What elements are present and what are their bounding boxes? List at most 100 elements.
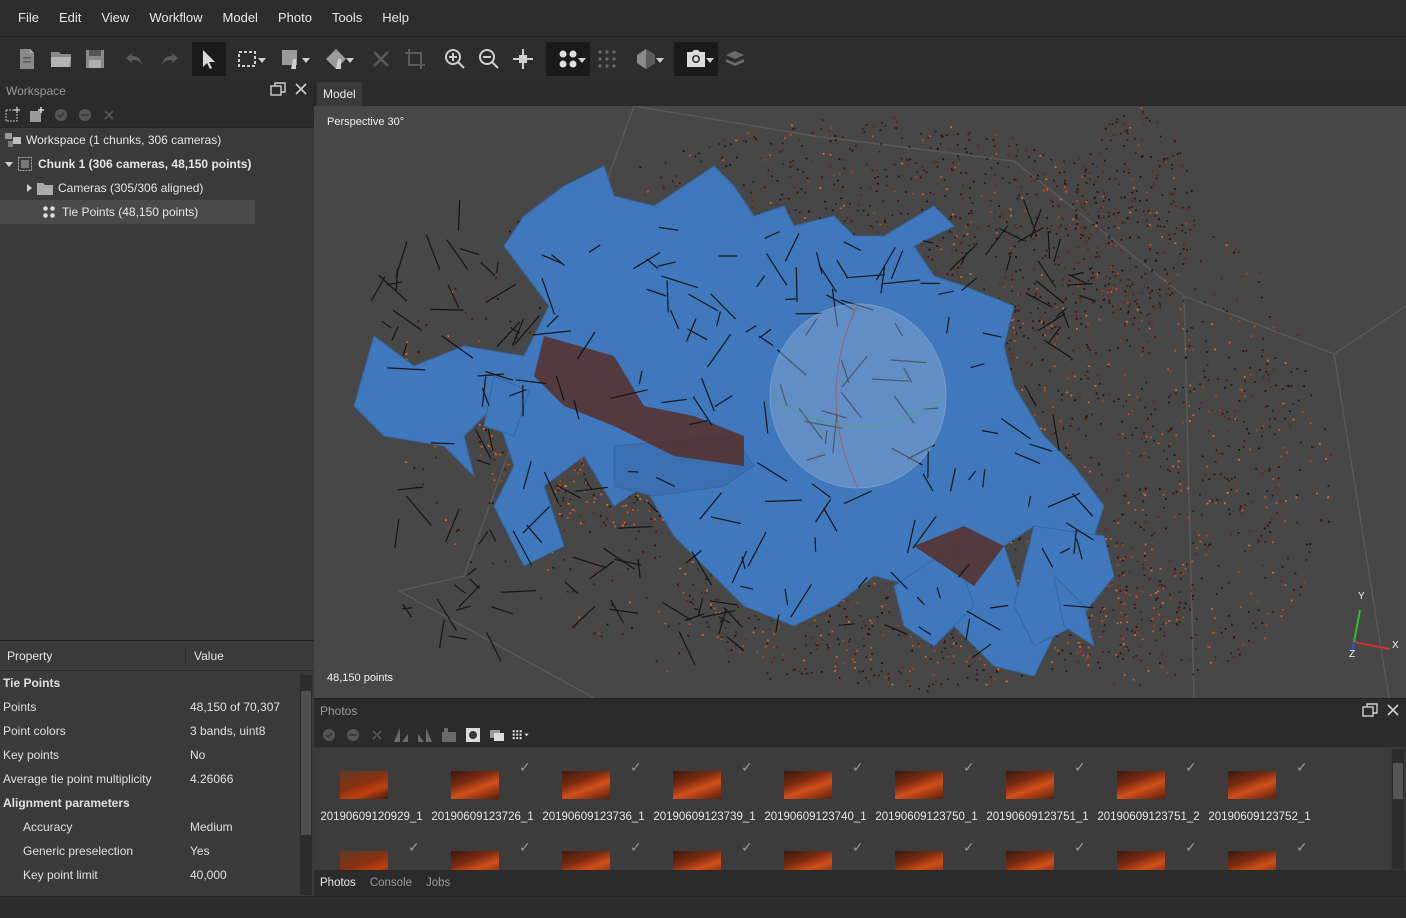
open-folder-icon[interactable] (44, 42, 78, 76)
float-panel-icon[interactable] (1362, 703, 1378, 717)
property-row[interactable]: Generic preselection Yes (0, 839, 314, 863)
collapse-arrow-icon[interactable] (22, 183, 36, 193)
property-value: 48,150 of 70,307 (190, 700, 281, 714)
menu-file[interactable]: File (8, 0, 49, 36)
remove-icon[interactable] (368, 726, 386, 744)
undo-icon[interactable] (118, 42, 152, 76)
zoom-out-icon[interactable] (472, 42, 506, 76)
crop-selection-icon[interactable] (398, 42, 432, 76)
property-row[interactable]: Average tie point multiplicity 4.26066 (0, 767, 314, 791)
property-column-header[interactable]: Property (0, 648, 186, 663)
property-key: Key points (3, 748, 60, 762)
zoom-in-icon[interactable] (438, 42, 472, 76)
tree-item-tie-points[interactable]: Tie Points (48,150 points) (0, 200, 255, 224)
menu-tools[interactable]: Tools (322, 0, 372, 36)
new-document-icon[interactable] (10, 42, 44, 76)
property-row[interactable]: Points 48,150 of 70,307 (0, 695, 314, 719)
property-group-row[interactable]: Tie Points (0, 671, 314, 695)
menu-edit[interactable]: Edit (49, 0, 91, 36)
tree-item-workspace[interactable]: Workspace (1 chunks, 306 cameras) (0, 128, 314, 152)
workspace-icon (4, 133, 22, 147)
menu-help[interactable]: Help (372, 0, 419, 36)
photo-thumbnail[interactable]: ✓ 20190609123726_1 (427, 749, 538, 829)
enable-icon[interactable] (320, 726, 338, 744)
photo-filename: 20190609123736_1 (542, 811, 645, 823)
enable-icon[interactable] (52, 106, 70, 124)
photo-thumbnail[interactable]: ✓ 20190609123752_1 (1204, 749, 1315, 829)
float-panel-icon[interactable] (270, 82, 286, 96)
tab-jobs[interactable]: Jobs (426, 877, 450, 889)
photo-thumbnail[interactable]: ✓ (871, 829, 982, 871)
close-panel-icon[interactable] (1386, 703, 1400, 717)
menu-view[interactable]: View (91, 0, 139, 36)
scrollbar-thumb[interactable] (301, 691, 311, 835)
show-tiled-model-icon[interactable] (718, 42, 752, 76)
value-column-header[interactable]: Value (186, 649, 224, 663)
photos-scrollbar[interactable] (1392, 749, 1404, 869)
property-row[interactable]: Accuracy Medium (0, 815, 314, 839)
show-masks-icon[interactable] (464, 726, 482, 744)
photo-preview (895, 851, 943, 871)
expand-arrow-icon[interactable] (2, 159, 16, 169)
disable-icon[interactable] (76, 106, 94, 124)
property-row[interactable]: Point colors 3 bands, uint8 (0, 719, 314, 743)
point-cloud-icon[interactable] (546, 41, 590, 76)
photo-thumbnail[interactable]: ✓ (1093, 829, 1204, 871)
photo-thumbnail[interactable]: ✓ (316, 829, 427, 871)
photo-preview (1117, 771, 1165, 799)
menu-workflow[interactable]: Workflow (139, 0, 212, 36)
photo-thumbnail[interactable]: ✓ 20190609123736_1 (538, 749, 649, 829)
resize-region-icon[interactable] (270, 42, 314, 76)
property-group-row[interactable]: Alignment parameters (0, 791, 314, 815)
photo-preview (562, 771, 610, 799)
scrollbar-thumb[interactable] (1393, 763, 1403, 799)
show-images-icon[interactable] (488, 726, 506, 744)
redo-icon[interactable] (152, 42, 186, 76)
show-cameras-icon[interactable] (674, 41, 718, 76)
photo-thumbnail[interactable]: ✓ (760, 829, 871, 871)
add-photos-icon[interactable] (28, 106, 46, 124)
tree-item-chunk[interactable]: Chunk 1 (306 cameras, 48,150 points) (0, 152, 314, 176)
photo-thumbnail[interactable]: ✓ (427, 829, 538, 871)
remove-icon[interactable] (100, 106, 118, 124)
photo-thumbnail[interactable]: ✓ (1204, 829, 1315, 871)
tab-photos[interactable]: Photos (320, 877, 356, 889)
photo-thumbnail[interactable]: ✓ 20190609123750_1 (871, 749, 982, 829)
photo-preview (340, 771, 388, 799)
model-viewport[interactable]: Perspective 30° 48,150 points Y X Z (314, 106, 1406, 698)
rotate-region-icon[interactable] (314, 42, 358, 76)
disable-icon[interactable] (344, 726, 362, 744)
aligned-check-icon: ✓ (1185, 759, 1197, 775)
add-chunk-icon[interactable] (4, 106, 22, 124)
aligned-check-icon: ✓ (963, 839, 975, 855)
view-mode-icon[interactable] (512, 726, 530, 744)
save-icon[interactable] (78, 42, 112, 76)
close-panel-icon[interactable] (294, 82, 308, 96)
rotate-left-icon[interactable] (392, 726, 410, 744)
tab-console[interactable]: Console (370, 877, 412, 889)
menu-model[interactable]: Model (213, 0, 268, 36)
photo-thumbnail[interactable]: ✓ 20190609123739_1 (649, 749, 760, 829)
rectangle-selection-icon[interactable] (226, 42, 270, 76)
photo-thumbnail[interactable]: ✓ 20190609123740_1 (760, 749, 871, 829)
photo-thumbnail[interactable]: ✓ (982, 829, 1093, 871)
navigation-pointer-icon[interactable] (192, 41, 226, 76)
dense-cloud-icon[interactable] (590, 42, 624, 76)
photo-thumbnail[interactable]: ✓ (538, 829, 649, 871)
photo-thumbnail[interactable]: ✓ 20190609123751_1 (982, 749, 1093, 829)
model-shaded-icon[interactable] (624, 42, 668, 76)
menu-photo[interactable]: Photo (268, 0, 322, 36)
tab-model[interactable]: Model (317, 82, 362, 106)
aligned-check-icon: ✓ (1074, 839, 1086, 855)
rotate-right-icon[interactable] (416, 726, 434, 744)
reset-filter-icon[interactable] (440, 726, 458, 744)
photo-thumbnail[interactable]: 20190609120929_1 (316, 749, 427, 829)
photo-thumbnail[interactable]: ✓ 20190609123751_2 (1093, 749, 1204, 829)
tree-item-cameras[interactable]: Cameras (305/306 aligned) (0, 176, 314, 200)
property-row[interactable]: Key point limit 40,000 (0, 863, 314, 887)
photo-thumbnail[interactable]: ✓ (649, 829, 760, 871)
reset-view-icon[interactable] (506, 42, 540, 76)
delete-selection-icon[interactable] (364, 42, 398, 76)
property-scrollbar[interactable] (300, 675, 312, 895)
property-row[interactable]: Key points No (0, 743, 314, 767)
